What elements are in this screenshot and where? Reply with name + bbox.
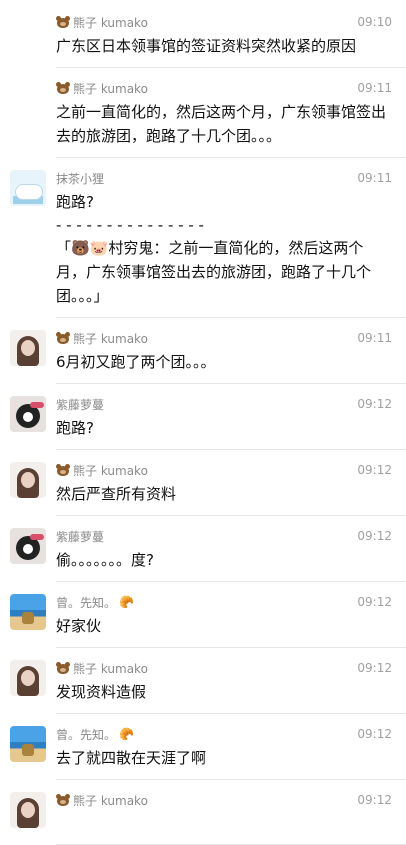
message-time: 09:12	[357, 463, 392, 477]
list-item[interactable]: 熊子 kumako 09:12	[0, 780, 406, 845]
message-header: 熊子 kumako 09:10	[56, 14, 392, 30]
croissant-icon: 🥐	[119, 595, 134, 609]
sender-name: 紫藤萝蔓	[56, 528, 104, 545]
bear-icon	[56, 332, 70, 344]
cloud-avatar[interactable]	[10, 170, 46, 206]
message-header: 抹茶小狸 09:11	[56, 170, 392, 186]
sender-name-text: 熊子 kumako	[73, 463, 148, 478]
message-text: 之前一直简化的，然后这两个月，广东领事馆签出去的旅游团，跑路了十几个团。。。	[56, 103, 387, 145]
message-text: 去了就四散在天涯了啊	[56, 749, 207, 767]
bear-icon	[56, 82, 70, 94]
list-item[interactable]: 曾。先知。 🥐 09:12 去了就四散在天涯了啊	[0, 714, 406, 780]
bear-icon	[56, 662, 70, 674]
message-body: 熊子 kumako 09:12 然后严查所有资料	[56, 462, 392, 506]
sender-name-text: 熊子 kumako	[73, 81, 148, 96]
message-text: 广东区日本领事馆的签证资料突然收紧的原因	[56, 37, 357, 55]
list-item[interactable]: 曾。先知。 🥐 09:12 好家伙	[0, 582, 406, 648]
bear-icon	[56, 464, 70, 476]
list-item[interactable]: 熊子 kumako 09:12 发现资料造假	[0, 648, 406, 714]
avatar-placeholder	[10, 80, 46, 116]
list-item[interactable]: 熊子 kumako 09:11 6月初又跑了两个团。。。	[0, 318, 406, 384]
beach-avatar[interactable]	[10, 594, 46, 630]
sender-name-text: 熊子 kumako	[73, 15, 148, 30]
sender-name: 熊子 kumako	[56, 792, 148, 809]
message-header: 曾。先知。 🥐 09:12	[56, 594, 392, 610]
sender-name: 熊子 kumako	[56, 660, 148, 677]
sender-name-text: 熊子 kumako	[73, 793, 148, 808]
sender-name-text: 熊子 kumako	[73, 661, 148, 676]
message-body: 熊子 kumako 09:11 6月初又跑了两个团。。。	[56, 330, 392, 374]
sender-name: 抹茶小狸	[56, 170, 104, 187]
message-body: 曾。先知。 🥐 09:12 去了就四散在天涯了啊	[56, 726, 392, 770]
message-body: 熊子 kumako 09:10 广东区日本领事馆的签证资料突然收紧的原因	[56, 14, 392, 58]
message-header: 熊子 kumako 09:12	[56, 792, 392, 808]
message-text: 好家伙	[56, 617, 102, 635]
sender-name: 曾。先知。 🥐	[56, 726, 134, 743]
list-item[interactable]: 熊子 kumako 09:12 然后严查所有资料	[0, 450, 406, 516]
list-item[interactable]: 抹茶小狸 09:11 跑路? - - - - - - - - - - - - - - …	[0, 158, 406, 318]
message-header: 熊子 kumako 09:11	[56, 80, 392, 96]
message-time: 09:10	[357, 15, 392, 29]
list-item[interactable]: 紫藤萝蔓 09:12 跑路?	[0, 384, 406, 450]
message-time: 09:12	[357, 529, 392, 543]
message-body: 抹茶小狸 09:11 跑路? - - - - - - - - - - - - - - …	[56, 170, 392, 308]
message-time: 09:11	[357, 331, 392, 345]
message-body: 熊子 kumako 09:12 发现资料造假	[56, 660, 392, 704]
sender-name-text: 抹茶小狸	[56, 171, 105, 186]
message-body: 熊子 kumako 09:12	[56, 792, 392, 808]
girl-avatar[interactable]	[10, 462, 46, 498]
girl-avatar[interactable]	[10, 792, 46, 828]
message-time: 09:12	[357, 397, 392, 411]
list-item[interactable]: 熊子 kumako 09:11 之前一直简化的，然后这两个月，广东领事馆签出去的旅游…	[0, 68, 406, 158]
sender-name: 熊子 kumako	[56, 14, 148, 31]
quoted-message: 「🐻🐷村穷鬼：之前一直简化的，然后这两个月，广东领事馆签出去的旅游团，跑路了十几…	[56, 239, 372, 305]
message-text: 偷。。。。。。。度?	[56, 551, 154, 569]
bear-icon	[56, 794, 70, 806]
list-item[interactable]: 紫藤萝蔓 09:12 偷。。。。。。。度?	[0, 516, 406, 582]
sender-name-text: 紫藤萝蔓	[56, 529, 105, 544]
message-time: 09:12	[357, 727, 392, 741]
message-header: 紫藤萝蔓 09:12	[56, 528, 392, 544]
sender-name-text: 熊子 kumako	[73, 331, 148, 346]
girl-avatar[interactable]	[10, 330, 46, 366]
message-header: 曾。先知。 🥐 09:12	[56, 726, 392, 742]
sender-name-text: 曾。先知。	[56, 727, 117, 742]
message-header: 熊子 kumako 09:11	[56, 330, 392, 346]
message-time: 09:11	[357, 81, 392, 95]
girl-avatar[interactable]	[10, 660, 46, 696]
message-body: 曾。先知。 🥐 09:12 好家伙	[56, 594, 392, 638]
avatar-placeholder	[10, 14, 46, 50]
message-header: 熊子 kumako 09:12	[56, 660, 392, 676]
message-body: 紫藤萝蔓 09:12 偷。。。。。。。度?	[56, 528, 392, 572]
message-time: 09:12	[357, 595, 392, 609]
message-text: 发现资料造假	[56, 683, 147, 701]
message-body: 紫藤萝蔓 09:12 跑路?	[56, 396, 392, 440]
cat-avatar[interactable]	[10, 396, 46, 432]
message-time: 09:11	[357, 171, 392, 185]
sender-name: 熊子 kumako	[56, 80, 148, 97]
quote-divider: - - - - - - - - - - - - - - -	[56, 216, 204, 234]
message-text: 然后严查所有资料	[56, 485, 177, 503]
message-body: 熊子 kumako 09:11 之前一直简化的，然后这两个月，广东领事馆签出去的旅游…	[56, 80, 392, 148]
sender-name: 曾。先知。 🥐	[56, 594, 134, 611]
message-header: 熊子 kumako 09:12	[56, 462, 392, 478]
message-time: 09:12	[357, 793, 392, 807]
message-text: 跑路?	[56, 419, 94, 437]
message-text: 跑路?	[56, 193, 94, 211]
sender-name: 紫藤萝蔓	[56, 396, 104, 413]
message-text: 6月初又跑了两个团。。。	[56, 353, 216, 371]
cat-avatar[interactable]	[10, 528, 46, 564]
chat-message-list[interactable]: 熊子 kumako 09:10 广东区日本领事馆的签证资料突然收紧的原因 熊子 kum…	[0, 0, 406, 845]
message-header: 紫藤萝蔓 09:12	[56, 396, 392, 412]
message-time: 09:12	[357, 661, 392, 675]
sender-name-text: 曾。先知。	[56, 595, 117, 610]
sender-name-text: 紫藤萝蔓	[56, 397, 105, 412]
beach-avatar[interactable]	[10, 726, 46, 762]
sender-name: 熊子 kumako	[56, 462, 148, 479]
list-item[interactable]: 熊子 kumako 09:10 广东区日本领事馆的签证资料突然收紧的原因	[0, 0, 406, 68]
sender-name: 熊子 kumako	[56, 330, 148, 347]
bear-icon	[56, 16, 70, 28]
croissant-icon: 🥐	[119, 727, 134, 741]
